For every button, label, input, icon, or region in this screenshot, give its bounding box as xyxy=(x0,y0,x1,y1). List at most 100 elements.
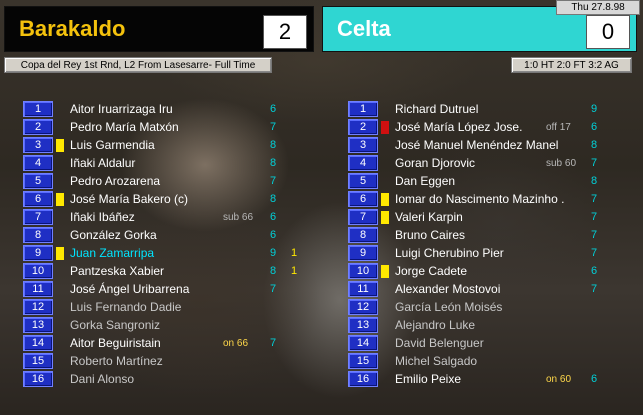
away-team-name[interactable]: Celta xyxy=(337,16,391,42)
shirt-number[interactable]: 15 xyxy=(348,353,378,369)
home-team-name[interactable]: Barakaldo xyxy=(19,16,125,42)
shirt-number[interactable]: 11 xyxy=(348,281,378,297)
player-row[interactable]: 15 Michel Salgado xyxy=(348,352,638,370)
shirt-number[interactable]: 9 xyxy=(348,245,378,261)
shirt-number[interactable]: 2 xyxy=(23,119,53,135)
player-name[interactable]: Iñaki Ibáñez xyxy=(70,209,135,225)
shirt-number[interactable]: 3 xyxy=(23,137,53,153)
player-row[interactable]: 4 Goran Djorovic sub 60 7 xyxy=(348,154,638,172)
shirt-number[interactable]: 7 xyxy=(348,209,378,225)
player-name[interactable]: Roberto Martínez xyxy=(70,353,163,369)
player-row[interactable]: 3 Luis Garmendia 8 xyxy=(23,136,313,154)
player-name[interactable]: Aitor Iruarrizaga Iru xyxy=(70,101,173,117)
player-name[interactable]: Pedro María Matxón xyxy=(70,119,179,135)
player-name[interactable]: Luis Garmendia xyxy=(70,137,155,153)
player-row[interactable]: 5 Pedro Arozarena 7 xyxy=(23,172,313,190)
shirt-number[interactable]: 3 xyxy=(348,137,378,153)
player-row[interactable]: 1 Aitor Iruarrizaga Iru 6 xyxy=(23,100,313,118)
shirt-number[interactable]: 2 xyxy=(348,119,378,135)
player-name[interactable]: Pantzeska Xabier xyxy=(70,263,164,279)
player-row[interactable]: 1 Richard Dutruel 9 xyxy=(348,100,638,118)
player-row[interactable]: 12 Luis Fernando Dadie xyxy=(23,298,313,316)
player-name[interactable]: Iomar do Nascimento Mazinho . xyxy=(395,191,564,207)
player-row[interactable]: 14 Aitor Beguiristain on 66 7 xyxy=(23,334,313,352)
shirt-number[interactable]: 9 xyxy=(23,245,53,261)
shirt-number[interactable]: 16 xyxy=(23,371,53,387)
player-row[interactable]: 7 Valeri Karpin 7 xyxy=(348,208,638,226)
player-row[interactable]: 2 José María López Jose. off 17 6 xyxy=(348,118,638,136)
shirt-number[interactable]: 13 xyxy=(23,317,53,333)
player-name[interactable]: Dani Alonso xyxy=(70,371,134,387)
player-name[interactable]: Alejandro Luke xyxy=(395,317,475,333)
shirt-number[interactable]: 5 xyxy=(23,173,53,189)
player-row[interactable]: 16 Emilio Peixe on 60 6 xyxy=(348,370,638,388)
red-card-icon xyxy=(381,121,389,134)
player-name[interactable]: José Manuel Menéndez Manel xyxy=(395,137,558,153)
shirt-number[interactable]: 4 xyxy=(23,155,53,171)
shirt-number[interactable]: 10 xyxy=(348,263,378,279)
player-name[interactable]: Valeri Karpin xyxy=(395,209,463,225)
player-row[interactable]: 8 González Gorka 6 xyxy=(23,226,313,244)
player-name[interactable]: Bruno Caires xyxy=(395,227,465,243)
player-name[interactable]: Alexander Mostovoi xyxy=(395,281,500,297)
player-row[interactable]: 14 David Belenguer xyxy=(348,334,638,352)
player-row[interactable]: 8 Bruno Caires 7 xyxy=(348,226,638,244)
player-name[interactable]: Jorge Cadete xyxy=(395,263,467,279)
player-row[interactable]: 16 Dani Alonso xyxy=(23,370,313,388)
player-row[interactable]: 5 Dan Eggen 8 xyxy=(348,172,638,190)
player-row[interactable]: 13 Gorka Sangroniz xyxy=(23,316,313,334)
player-row[interactable]: 6 Iomar do Nascimento Mazinho . 7 xyxy=(348,190,638,208)
player-name[interactable]: Luis Fernando Dadie xyxy=(70,299,181,315)
shirt-number[interactable]: 13 xyxy=(348,317,378,333)
player-name[interactable]: González Gorka xyxy=(70,227,157,243)
shirt-number[interactable]: 4 xyxy=(348,155,378,171)
player-name[interactable]: José Ángel Uribarrena xyxy=(70,281,189,297)
player-row[interactable]: 7 Iñaki Ibáñez sub 66 6 xyxy=(23,208,313,226)
player-name[interactable]: Dan Eggen xyxy=(395,173,455,189)
shirt-number[interactable]: 16 xyxy=(348,371,378,387)
shirt-number[interactable]: 14 xyxy=(348,335,378,351)
player-name[interactable]: Goran Djorovic xyxy=(395,155,475,171)
player-name[interactable]: Richard Dutruel xyxy=(395,101,478,117)
player-row[interactable]: 10 Jorge Cadete 6 xyxy=(348,262,638,280)
player-row[interactable]: 15 Roberto Martínez xyxy=(23,352,313,370)
player-name[interactable]: Michel Salgado xyxy=(395,353,477,369)
shirt-number[interactable]: 8 xyxy=(23,227,53,243)
player-row[interactable]: 13 Alejandro Luke xyxy=(348,316,638,334)
shirt-number[interactable]: 7 xyxy=(23,209,53,225)
shirt-number[interactable]: 8 xyxy=(348,227,378,243)
player-name[interactable]: Luigi Cherubino Pier xyxy=(395,245,504,261)
shirt-number[interactable]: 15 xyxy=(23,353,53,369)
shirt-number[interactable]: 5 xyxy=(348,173,378,189)
shirt-number[interactable]: 10 xyxy=(23,263,53,279)
shirt-number[interactable]: 6 xyxy=(23,191,53,207)
player-row[interactable]: 2 Pedro María Matxón 7 xyxy=(23,118,313,136)
player-name[interactable]: Iñaki Aldalur xyxy=(70,155,135,171)
player-name[interactable]: Juan Zamarripa xyxy=(70,245,154,261)
player-name[interactable]: José María Bakero (c) xyxy=(70,191,188,207)
shirt-number[interactable]: 11 xyxy=(23,281,53,297)
player-row[interactable]: 4 Iñaki Aldalur 8 xyxy=(23,154,313,172)
player-name[interactable]: Gorka Sangroniz xyxy=(70,317,160,333)
player-name[interactable]: Aitor Beguiristain xyxy=(70,335,161,351)
player-name[interactable]: Pedro Arozarena xyxy=(70,173,160,189)
shirt-number[interactable]: 12 xyxy=(23,299,53,315)
shirt-number[interactable]: 6 xyxy=(348,191,378,207)
player-name[interactable]: Emilio Peixe xyxy=(395,371,461,387)
player-row[interactable]: 12 García León Moisés xyxy=(348,298,638,316)
shirt-number[interactable]: 14 xyxy=(23,335,53,351)
player-name[interactable]: García León Moisés xyxy=(395,299,502,315)
player-name[interactable]: David Belenguer xyxy=(395,335,484,351)
shirt-number[interactable]: 1 xyxy=(23,101,53,117)
player-row[interactable]: 11 José Ángel Uribarrena 7 xyxy=(23,280,313,298)
player-name[interactable]: José María López Jose. xyxy=(395,119,522,135)
player-row[interactable]: 10 Pantzeska Xabier 8 1 xyxy=(23,262,313,280)
player-row[interactable]: 11 Alexander Mostovoi 7 xyxy=(348,280,638,298)
player-row[interactable]: 9 Luigi Cherubino Pier 7 xyxy=(348,244,638,262)
substitution-note: off 17 xyxy=(546,121,571,133)
player-row[interactable]: 6 José María Bakero (c) 8 xyxy=(23,190,313,208)
player-row[interactable]: 9 Juan Zamarripa 9 1 xyxy=(23,244,313,262)
shirt-number[interactable]: 1 xyxy=(348,101,378,117)
player-row[interactable]: 3 José Manuel Menéndez Manel 8 xyxy=(348,136,638,154)
shirt-number[interactable]: 12 xyxy=(348,299,378,315)
